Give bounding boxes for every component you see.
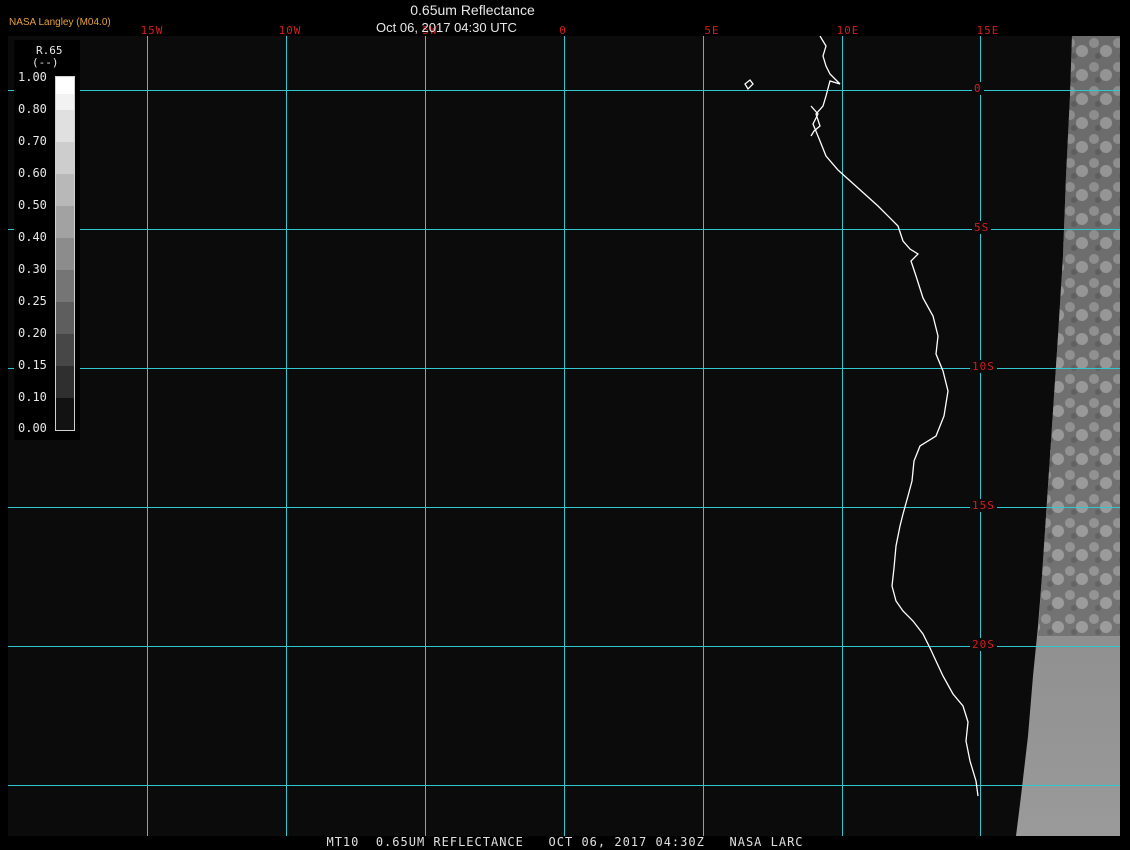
colorbar-tick: 0.30: [18, 262, 47, 276]
colorbar-frame: [55, 76, 75, 431]
product-datetime: Oct 06, 2017 04:30 UTC: [376, 20, 517, 35]
colorbar-tick: 0.00: [18, 421, 47, 435]
colorbar-tick: 0.60: [18, 166, 47, 180]
colorbar-legend: R.65 (--) 1.00 0.80 0.70 0.60 0.50 0.40 …: [14, 40, 80, 440]
lat-label-20s: 20S: [970, 638, 997, 651]
colorbar-tick: 0.40: [18, 230, 47, 244]
colorbar-tick: 0.25: [18, 294, 47, 308]
colorbar-tick: 0.70: [18, 134, 47, 148]
colorbar-tick: 0.10: [18, 390, 47, 404]
map-panel: 0 5S 10S 15S 20S: [8, 36, 1120, 836]
coastline: [744, 36, 979, 797]
colorbar-tick: 0.15: [18, 358, 47, 372]
lat-label-15s: 15S: [970, 499, 997, 512]
lat-label-0: 0: [972, 82, 984, 95]
colorbar-tick: 0.20: [18, 326, 47, 340]
lat-label-10s: 10S: [970, 360, 997, 373]
lon-label-15e: 15E: [976, 24, 1000, 37]
product-title: 0.65um Reflectance: [410, 2, 535, 18]
footer-caption: MT10 0.65UM REFLECTANCE OCT 06, 2017 04:…: [326, 835, 804, 849]
lat-label-5s: 5S: [972, 221, 992, 234]
colorbar-tick: 1.00: [18, 70, 47, 84]
colorbar-tick: 0.80: [18, 102, 47, 116]
colorbar-tick: 0.50: [18, 198, 47, 212]
colorbar-unit: (--): [32, 56, 59, 69]
